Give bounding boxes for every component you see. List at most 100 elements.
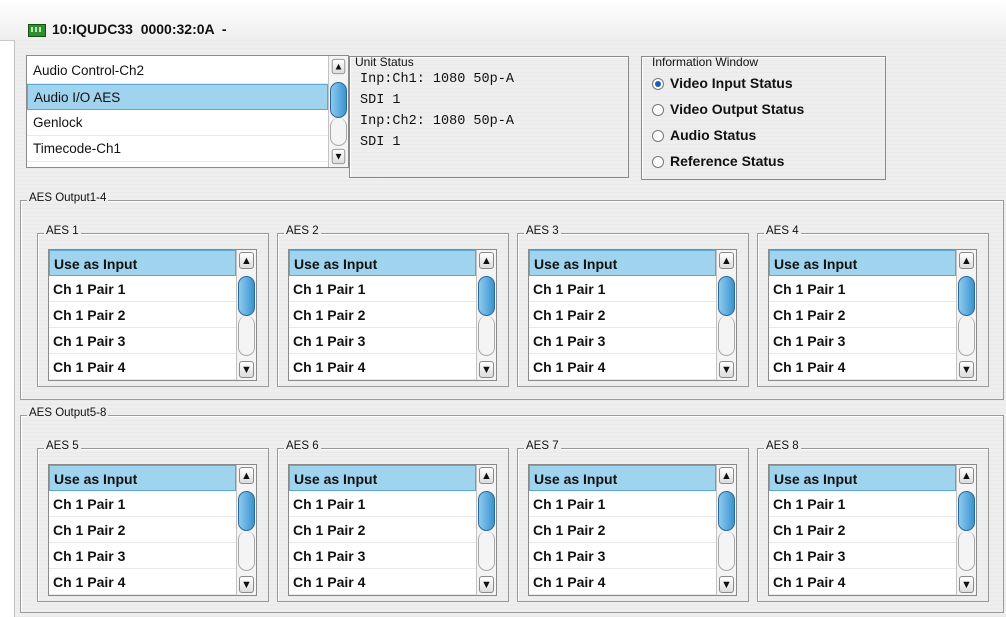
- list-item[interactable]: Ch 1 Pair 2: [529, 302, 716, 328]
- list-item[interactable]: Use as Input: [769, 465, 956, 491]
- menu-list-items: Audio Control-Ch2 Audio I/O AES Genlock …: [27, 58, 328, 162]
- scroll-track: [718, 531, 735, 571]
- menu-item-timecode[interactable]: Timecode-Ch1: [27, 136, 328, 162]
- aes-scrollbar[interactable]: ▲ ▼: [476, 465, 496, 595]
- list-item[interactable]: Use as Input: [769, 250, 956, 276]
- menu-item-audio-io-aes[interactable]: Audio I/O AES: [27, 84, 328, 110]
- list-item[interactable]: Ch 1 Pair 4: [769, 354, 956, 380]
- aes-scrollbar[interactable]: ▲ ▼: [476, 250, 496, 380]
- scroll-down-icon[interactable]: ▼: [331, 148, 346, 165]
- list-item[interactable]: Ch 1 Pair 2: [769, 517, 956, 543]
- list-item[interactable]: Ch 1 Pair 1: [49, 491, 236, 517]
- aes-source-list[interactable]: Use as Input Ch 1 Pair 1 Ch 1 Pair 2 Ch …: [528, 249, 737, 381]
- list-item[interactable]: Ch 1 Pair 3: [49, 543, 236, 569]
- scroll-down-icon[interactable]: ▼: [479, 361, 494, 378]
- scroll-thumb[interactable]: [330, 82, 347, 118]
- aes-box-label: AES 3: [524, 225, 561, 237]
- list-item[interactable]: Ch 1 Pair 4: [529, 569, 716, 595]
- device-card-icon: [28, 24, 46, 37]
- list-item[interactable]: Ch 1 Pair 2: [529, 517, 716, 543]
- scroll-down-icon[interactable]: ▼: [239, 576, 254, 593]
- scroll-down-icon[interactable]: ▼: [239, 361, 254, 378]
- aes-scrollbar[interactable]: ▲ ▼: [716, 250, 736, 380]
- list-item[interactable]: Ch 1 Pair 3: [49, 328, 236, 354]
- scroll-up-icon[interactable]: ▲: [331, 58, 346, 75]
- list-item[interactable]: Ch 1 Pair 4: [769, 569, 956, 595]
- scroll-down-icon[interactable]: ▼: [719, 576, 734, 593]
- scroll-up-icon[interactable]: ▲: [959, 252, 974, 269]
- list-item[interactable]: Ch 1 Pair 3: [529, 328, 716, 354]
- menu-item-genlock[interactable]: Genlock: [27, 110, 328, 136]
- list-item[interactable]: Ch 1 Pair 3: [289, 328, 476, 354]
- list-item[interactable]: Ch 1 Pair 1: [769, 276, 956, 302]
- list-item[interactable]: Ch 1 Pair 3: [529, 543, 716, 569]
- aes-source-list[interactable]: Use as Input Ch 1 Pair 1 Ch 1 Pair 2 Ch …: [768, 464, 977, 596]
- aes-box-label: AES 2: [284, 225, 321, 237]
- list-item[interactable]: Use as Input: [529, 250, 716, 276]
- scroll-down-icon[interactable]: ▼: [959, 576, 974, 593]
- list-item[interactable]: Ch 1 Pair 1: [289, 276, 476, 302]
- menu-item-audio-control[interactable]: Audio Control-Ch2: [27, 58, 328, 84]
- list-item[interactable]: Ch 1 Pair 2: [289, 302, 476, 328]
- scroll-thumb[interactable]: [718, 491, 735, 531]
- aes-source-list[interactable]: Use as Input Ch 1 Pair 1 Ch 1 Pair 2 Ch …: [48, 464, 257, 596]
- list-item[interactable]: Use as Input: [529, 465, 716, 491]
- radio-selected-icon[interactable]: [652, 78, 664, 90]
- aes-scrollbar[interactable]: ▲ ▼: [236, 465, 256, 595]
- radio-icon[interactable]: [652, 130, 664, 142]
- aes-scrollbar[interactable]: ▲ ▼: [716, 465, 736, 595]
- scroll-down-icon[interactable]: ▼: [719, 361, 734, 378]
- scroll-track: [238, 531, 255, 571]
- aes-list-items: Use as Input Ch 1 Pair 1 Ch 1 Pair 2 Ch …: [289, 250, 476, 380]
- radio-icon[interactable]: [652, 104, 664, 116]
- scroll-up-icon[interactable]: ▲: [479, 252, 494, 269]
- scroll-thumb[interactable]: [478, 491, 495, 531]
- list-item[interactable]: Ch 1 Pair 2: [49, 302, 236, 328]
- list-item[interactable]: Ch 1 Pair 1: [49, 276, 236, 302]
- list-item[interactable]: Ch 1 Pair 4: [529, 354, 716, 380]
- menu-list[interactable]: Audio Control-Ch2 Audio I/O AES Genlock …: [26, 55, 349, 168]
- list-item[interactable]: Ch 1 Pair 4: [49, 354, 236, 380]
- list-item[interactable]: Ch 1 Pair 4: [289, 354, 476, 380]
- scroll-thumb[interactable]: [238, 276, 255, 316]
- list-item[interactable]: Ch 1 Pair 1: [529, 491, 716, 517]
- list-item[interactable]: Ch 1 Pair 4: [289, 569, 476, 595]
- aes-scrollbar[interactable]: ▲ ▼: [956, 250, 976, 380]
- scroll-thumb[interactable]: [958, 276, 975, 316]
- list-item[interactable]: Ch 1 Pair 2: [769, 302, 956, 328]
- scroll-up-icon[interactable]: ▲: [239, 467, 254, 484]
- list-item[interactable]: Ch 1 Pair 2: [289, 517, 476, 543]
- scroll-down-icon[interactable]: ▼: [479, 576, 494, 593]
- list-item[interactable]: Use as Input: [49, 465, 236, 491]
- scroll-up-icon[interactable]: ▲: [719, 252, 734, 269]
- scroll-down-icon[interactable]: ▼: [959, 361, 974, 378]
- list-item[interactable]: Ch 1 Pair 3: [769, 328, 956, 354]
- list-item[interactable]: Use as Input: [289, 250, 476, 276]
- scroll-thumb[interactable]: [238, 491, 255, 531]
- list-item[interactable]: Ch 1 Pair 3: [769, 543, 956, 569]
- list-item[interactable]: Ch 1 Pair 3: [289, 543, 476, 569]
- scroll-up-icon[interactable]: ▲: [719, 467, 734, 484]
- list-item[interactable]: Use as Input: [289, 465, 476, 491]
- list-item[interactable]: Ch 1 Pair 1: [289, 491, 476, 517]
- aes-scrollbar[interactable]: ▲ ▼: [956, 465, 976, 595]
- aes-source-list[interactable]: Use as Input Ch 1 Pair 1 Ch 1 Pair 2 Ch …: [48, 249, 257, 381]
- aes-scrollbar[interactable]: ▲ ▼: [236, 250, 256, 380]
- scroll-thumb[interactable]: [478, 276, 495, 316]
- menu-scrollbar[interactable]: ▲ ▼: [328, 56, 348, 167]
- scroll-up-icon[interactable]: ▲: [959, 467, 974, 484]
- list-item[interactable]: Ch 1 Pair 4: [49, 569, 236, 595]
- aes-source-list[interactable]: Use as Input Ch 1 Pair 1 Ch 1 Pair 2 Ch …: [768, 249, 977, 381]
- aes-source-list[interactable]: Use as Input Ch 1 Pair 1 Ch 1 Pair 2 Ch …: [288, 249, 497, 381]
- list-item[interactable]: Ch 1 Pair 1: [769, 491, 956, 517]
- scroll-up-icon[interactable]: ▲: [479, 467, 494, 484]
- radio-icon[interactable]: [652, 156, 664, 168]
- scroll-up-icon[interactable]: ▲: [239, 252, 254, 269]
- scroll-thumb[interactable]: [958, 491, 975, 531]
- aes-source-list[interactable]: Use as Input Ch 1 Pair 1 Ch 1 Pair 2 Ch …: [288, 464, 497, 596]
- aes-source-list[interactable]: Use as Input Ch 1 Pair 1 Ch 1 Pair 2 Ch …: [528, 464, 737, 596]
- list-item[interactable]: Ch 1 Pair 2: [49, 517, 236, 543]
- scroll-thumb[interactable]: [718, 276, 735, 316]
- list-item[interactable]: Ch 1 Pair 1: [529, 276, 716, 302]
- list-item[interactable]: Use as Input: [49, 250, 236, 276]
